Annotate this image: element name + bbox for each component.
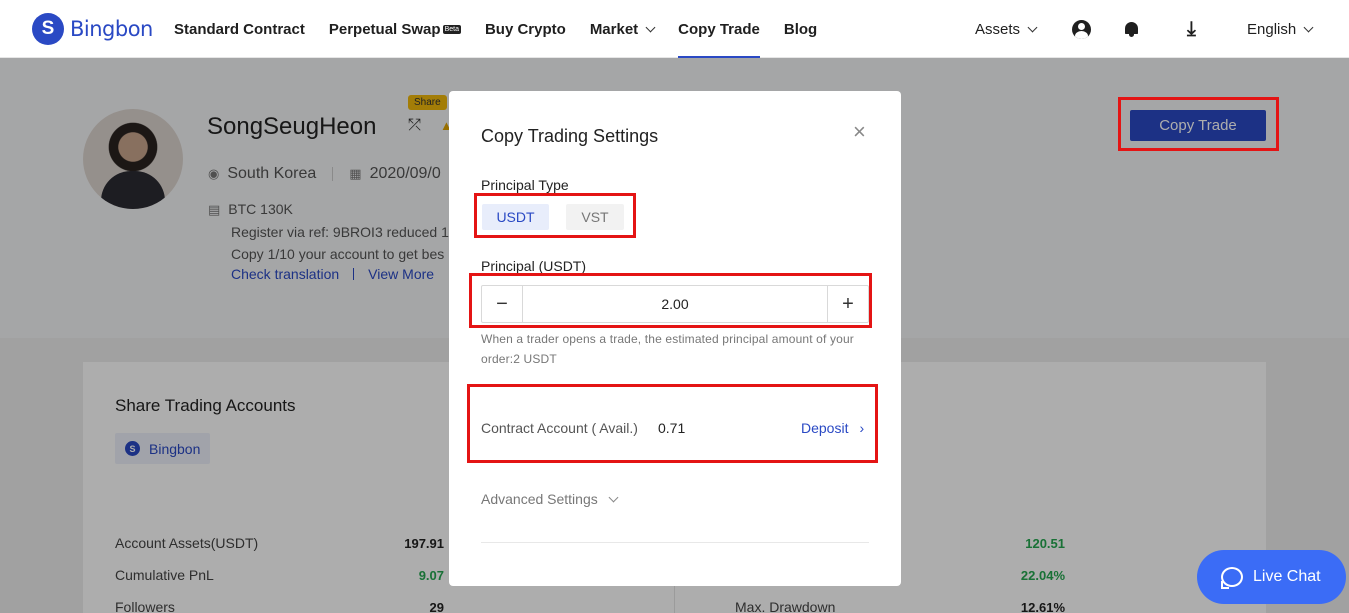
contract-account-value: 0.71 [658, 420, 686, 436]
logo-mark-icon: S [32, 13, 64, 45]
chat-bubble-icon [1221, 567, 1243, 589]
type-vst-option[interactable]: VST [566, 204, 624, 230]
principal-type-label: Principal Type [481, 177, 569, 193]
advanced-settings-toggle[interactable]: Advanced Settings [481, 491, 619, 507]
minus-icon[interactable]: − [482, 286, 523, 322]
copy-trading-settings-modal: Copy Trading Settings × Principal Type U… [449, 91, 901, 586]
nav-market[interactable]: Market [590, 0, 656, 58]
beta-badge: Beta [442, 24, 461, 34]
deposit-link[interactable]: Deposit › [801, 420, 864, 436]
nav-blog[interactable]: Blog [784, 0, 817, 58]
chevron-down-icon [608, 492, 619, 502]
chevron-down-icon [1303, 22, 1314, 32]
nav-standard-contract[interactable]: Standard Contract [174, 0, 305, 58]
chevron-right-icon: › [859, 420, 865, 436]
live-chat-button[interactable]: Live Chat [1197, 550, 1346, 604]
modal-title: Copy Trading Settings [481, 126, 659, 146]
nav-buy-crypto[interactable]: Buy Crypto [485, 0, 566, 58]
plus-icon[interactable]: + [827, 286, 868, 322]
principal-hint: When a trader opens a trade, the estimat… [481, 332, 854, 366]
user-icon[interactable] [1072, 0, 1091, 58]
nav-copy-trade[interactable]: Copy Trade [678, 0, 760, 58]
top-navbar: S Bingbon Standard Contract Perpetual Sw… [0, 0, 1349, 58]
principal-input[interactable] [524, 286, 826, 322]
language-selector[interactable]: English [1247, 0, 1314, 58]
principal-stepper: − + [481, 285, 869, 323]
close-icon[interactable]: × [853, 121, 866, 143]
type-usdt-option[interactable]: USDT [482, 204, 549, 230]
principal-label: Principal (USDT) [481, 258, 587, 274]
modal-divider [481, 542, 869, 543]
chevron-down-icon [645, 22, 656, 32]
contract-account-label: Contract Account ( Avail.) [481, 420, 638, 436]
bell-icon[interactable] [1124, 0, 1139, 58]
main-nav: Standard Contract Perpetual Swap Beta Buy… [174, 0, 841, 58]
download-icon[interactable]: ⤓ [1187, 0, 1196, 58]
nav-perpetual-swap[interactable]: Perpetual Swap Beta [329, 0, 461, 58]
assets-menu[interactable]: Assets [975, 0, 1038, 58]
chevron-down-icon [1027, 22, 1038, 32]
logo-text: Bingbon [70, 17, 153, 41]
bingbon-logo[interactable]: S Bingbon [32, 13, 153, 45]
